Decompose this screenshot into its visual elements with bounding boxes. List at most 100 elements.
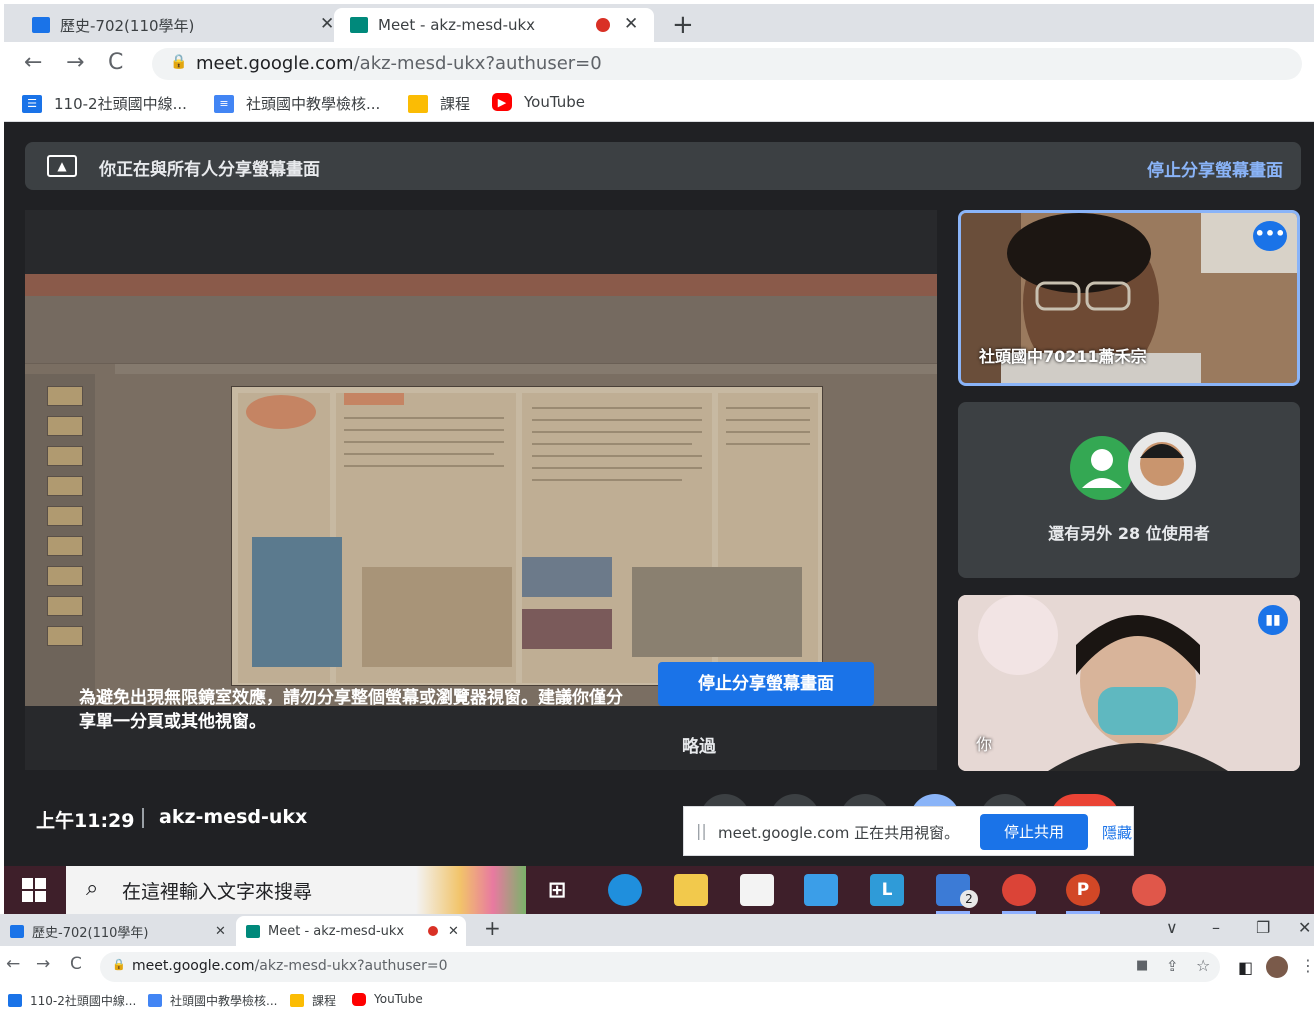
windows-start-icon[interactable] — [22, 878, 46, 902]
skip-button[interactable]: 略過 — [682, 732, 716, 757]
bookmark-110[interactable]: 110-2社頭國中線... — [8, 992, 136, 1009]
slide-image — [522, 609, 612, 649]
bookmark-label: 課程 — [312, 994, 337, 1008]
store-icon[interactable] — [740, 874, 774, 906]
hide-link[interactable]: 隱藏 — [1102, 822, 1132, 843]
address-bar[interactable]: 🔒 meet.google.com/akz-mesd-ukx?authuser=… — [152, 48, 1302, 80]
back-icon[interactable]: ← — [6, 954, 20, 974]
sharing-notice: meet.google.com 正在共用視窗。 — [718, 824, 960, 842]
forward-icon[interactable]: → — [36, 954, 50, 974]
classroom-icon — [290, 994, 304, 1007]
text-line — [344, 429, 504, 431]
file-explorer-icon[interactable] — [674, 874, 708, 906]
stop-presenting-button[interactable]: 停止分享螢幕畫面 — [658, 662, 874, 706]
bookmark-check[interactable]: 社頭國中教學檢核... — [148, 992, 277, 1009]
new-tab-button[interactable]: + — [484, 916, 501, 940]
slide-thumbnail — [47, 446, 83, 466]
bookmark-course[interactable]: 課程 — [290, 992, 336, 1009]
forward-icon[interactable]: → — [66, 50, 84, 75]
chrome-alt-icon[interactable] — [1132, 874, 1166, 906]
minimize-icon[interactable]: – — [1212, 918, 1220, 937]
lock-icon: 🔒 — [170, 54, 188, 70]
slide-image — [632, 567, 802, 657]
ppt-ribbon — [25, 296, 937, 364]
stop-sharing-button[interactable]: 停止共用 — [980, 814, 1088, 850]
tab-meet[interactable]: Meet - akz-mesd-ukx ✕ — [334, 8, 654, 42]
bookmark-label: 課程 — [440, 95, 471, 113]
sidebar-icon[interactable]: ◧ — [1238, 958, 1253, 977]
chrome-icon[interactable] — [1002, 874, 1036, 914]
url-text: meet.google.com/akz-mesd-ukx?authuser=0 — [196, 53, 602, 74]
infinite-mirror-warning: 為避免出現無限鏡室效應，請勿分享整個螢幕或瀏覽器視窗。建議你僅分享單一分頁或其他… — [79, 688, 623, 732]
bookmark-label: 社頭國中教學檢核... — [170, 994, 278, 1008]
close-tab-icon[interactable]: ✕ — [215, 924, 226, 939]
address-bar-2[interactable]: 🔒 meet.google.com/akz-mesd-ukx?authuser=… — [100, 952, 1220, 982]
profile-avatar[interactable] — [1266, 956, 1288, 978]
reload-icon[interactable]: C — [70, 954, 82, 974]
tab-meet-2[interactable]: Meet - akz-mesd-ukx ✕ — [236, 916, 466, 946]
slide-thumbnail — [47, 596, 83, 616]
reload-icon[interactable]: C — [108, 50, 123, 75]
bookmark-label: YouTube — [524, 93, 585, 111]
bookmark-youtube[interactable]: ▶ YouTube — [492, 93, 585, 111]
participant-name: 社頭國中70211蕭禾宗 — [979, 347, 1147, 366]
search-placeholder: 在這裡輸入文字來搜尋 — [122, 881, 313, 903]
drag-handle-icon[interactable]: || — [696, 821, 707, 840]
tab-history[interactable]: 歷史-702(110學年) ✕ — [22, 8, 342, 42]
slide-map-image — [252, 537, 342, 667]
participant-tile[interactable]: ••• 社頭國中70211蕭禾宗 — [958, 210, 1300, 386]
camera-in-use-icon[interactable]: ■ — [1136, 958, 1148, 973]
meet-icon — [350, 17, 368, 33]
bookmark-check[interactable]: ≡ 社頭國中教學檢核... — [214, 93, 380, 114]
mail-icon[interactable] — [804, 874, 838, 906]
tab-title: 歷史-702(110學年) — [60, 16, 195, 35]
bookmark-label: 110-2社頭國中線... — [54, 95, 187, 113]
taskbar-search[interactable]: ⌕ 在這裡輸入文字來搜尋 — [66, 866, 526, 914]
more-options-button[interactable]: ••• — [1253, 221, 1287, 251]
bookmarks-bar: ☰ 110-2社頭國中線... ≡ 社頭國中教學檢核... 課程 ▶ YouTu… — [4, 86, 1314, 122]
share-icon[interactable]: ⇪ — [1166, 957, 1179, 975]
meeting-time: 上午11:29 — [36, 810, 135, 832]
task-view-icon[interactable]: ⊞ — [540, 874, 574, 906]
bookmark-course[interactable]: 課程 — [408, 93, 470, 114]
powerpoint-icon[interactable]: P — [1066, 874, 1100, 914]
docs-icon — [148, 994, 162, 1007]
close-tab-icon[interactable]: ✕ — [448, 924, 459, 939]
bookmark-youtube[interactable]: YouTube — [352, 992, 423, 1006]
bookmark-label: 110-2社頭國中線... — [30, 994, 137, 1008]
text-line — [726, 431, 810, 433]
tab-history-2[interactable]: 歷史-702(110學年) ✕ — [10, 916, 240, 946]
text-line — [532, 419, 702, 421]
presentation-stage: 為避免出現無限鏡室效應，請勿分享整個螢幕或瀏覽器視窗。建議你僅分享單一分頁或其他… — [25, 210, 937, 770]
search-icon: ⌕ — [86, 876, 99, 901]
back-icon[interactable]: ← — [24, 50, 42, 75]
bookmark-star-icon[interactable]: ☆ — [1196, 956, 1210, 975]
self-tile[interactable]: ▮▮ 你 — [958, 595, 1300, 771]
menu-icon[interactable]: ⋮ — [1300, 956, 1314, 975]
new-tab-button[interactable]: + — [672, 10, 694, 40]
close-tab-icon[interactable]: ✕ — [320, 14, 334, 34]
bookmark-110[interactable]: ☰ 110-2社頭國中線... — [22, 93, 187, 114]
edge-icon[interactable] — [608, 874, 642, 906]
close-window-icon[interactable]: ✕ — [1298, 918, 1311, 937]
slide-thumbnail — [47, 566, 83, 586]
tab-search-icon[interactable]: ∨ — [1166, 918, 1178, 937]
stop-presenting-link[interactable]: 停止分享螢幕畫面 — [1147, 156, 1283, 181]
line-icon[interactable]: L — [870, 874, 904, 906]
text-line — [726, 407, 810, 409]
bookmark-label: 社頭國中教學檢核... — [246, 95, 381, 113]
windows-taskbar: ⌕ 在這裡輸入文字來搜尋 ⊞ L 2 P — [4, 866, 1314, 914]
shared-screen-preview — [25, 274, 937, 706]
tab-title: Meet - akz-mesd-ukx — [378, 16, 536, 34]
presenting-message: 你正在與所有人分享螢幕畫面 — [99, 160, 320, 180]
text-line — [532, 467, 702, 469]
close-tab-icon[interactable]: ✕ — [624, 14, 638, 34]
sharing-notification-bar: || meet.google.com 正在共用視窗。 停止共用 隱藏 — [683, 806, 1134, 856]
restore-icon[interactable]: ❐ — [1256, 918, 1270, 937]
others-tile[interactable]: 還有另外 28 位使用者 — [958, 402, 1300, 578]
search-highlight-image — [416, 866, 526, 914]
text-line — [344, 453, 494, 455]
url-text: meet.google.com/akz-mesd-ukx?authuser=0 — [132, 958, 448, 974]
toolbar-2: ← → C 🔒 meet.google.com/akz-mesd-ukx?aut… — [0, 946, 1314, 988]
slide-thumbnail — [47, 416, 83, 436]
